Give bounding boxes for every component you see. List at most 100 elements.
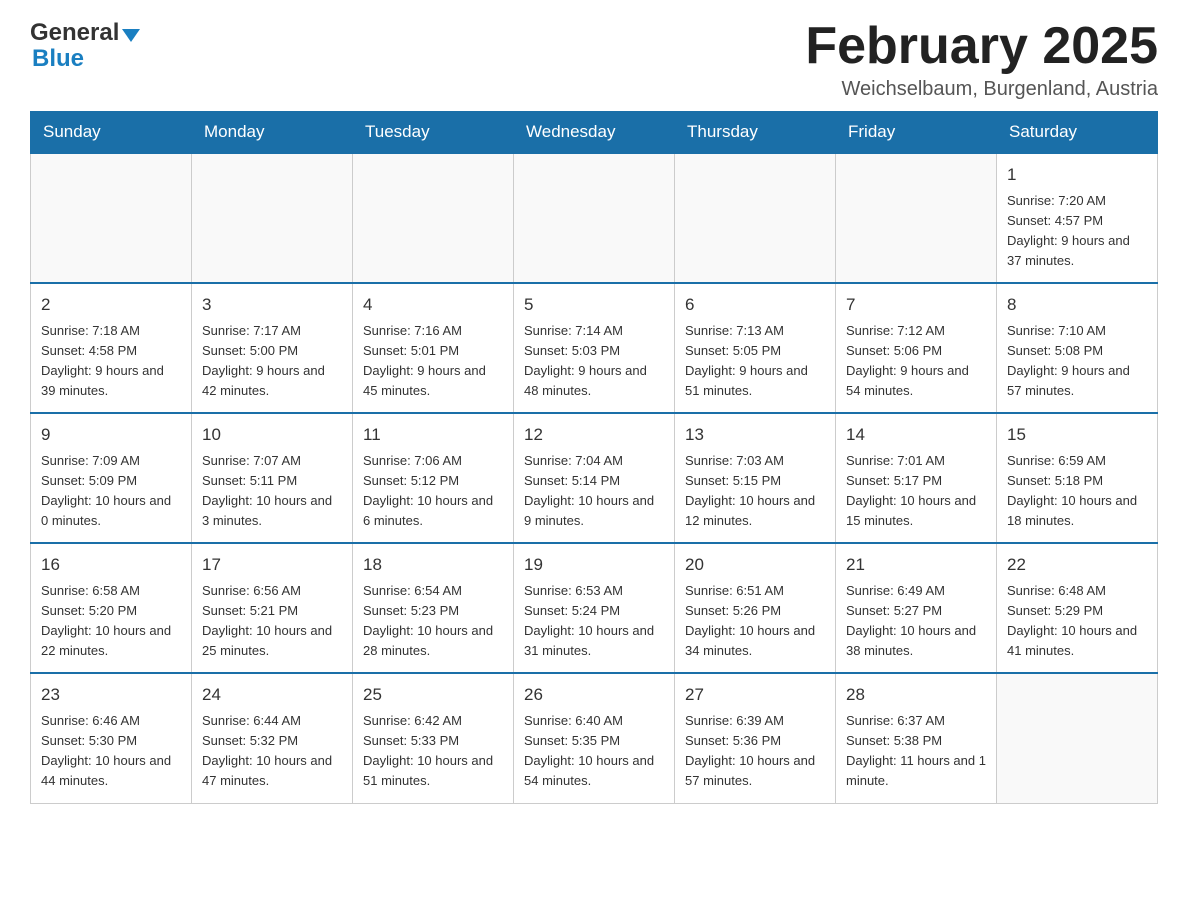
day-number: 14: [846, 422, 986, 448]
day-number: 13: [685, 422, 825, 448]
day-cell: [675, 153, 836, 283]
day-info: Sunrise: 7:18 AMSunset: 4:58 PMDaylight:…: [41, 321, 181, 402]
day-cell: [836, 153, 997, 283]
day-cell: [192, 153, 353, 283]
day-number: 23: [41, 682, 181, 708]
week-row-4: 16 Sunrise: 6:58 AMSunset: 5:20 PMDayligh…: [31, 543, 1158, 673]
day-number: 8: [1007, 292, 1147, 318]
day-number: 10: [202, 422, 342, 448]
day-info: Sunrise: 6:44 AMSunset: 5:32 PMDaylight:…: [202, 711, 342, 792]
day-cell: 19 Sunrise: 6:53 AMSunset: 5:24 PMDayligh…: [514, 543, 675, 673]
weekday-header-monday: Monday: [192, 112, 353, 154]
day-cell: 22Sunrise: 6:48 AMSunset: 5:29 PMDayligh…: [997, 543, 1158, 673]
day-info: Sunrise: 6:40 AMSunset: 5:35 PMDaylight:…: [524, 711, 664, 792]
day-number: 20: [685, 552, 825, 578]
day-cell: 20 Sunrise: 6:51 AMSunset: 5:26 PMDayligh…: [675, 543, 836, 673]
day-number: 26: [524, 682, 664, 708]
day-info: Sunrise: 7:09 AMSunset: 5:09 PMDaylight:…: [41, 451, 181, 532]
weekday-header-row: SundayMondayTuesdayWednesdayThursdayFrid…: [31, 112, 1158, 154]
day-info: Sunrise: 6:53 AMSunset: 5:24 PMDaylight:…: [524, 581, 664, 662]
day-cell: [353, 153, 514, 283]
day-cell: 2 Sunrise: 7:18 AMSunset: 4:58 PMDaylight…: [31, 283, 192, 413]
day-cell: 1 Sunrise: 7:20 AMSunset: 4:57 PMDaylight…: [997, 153, 1158, 283]
day-info: Sunrise: 7:20 AMSunset: 4:57 PMDaylight:…: [1007, 191, 1147, 272]
day-info: Sunrise: 7:10 AMSunset: 5:08 PMDaylight:…: [1007, 321, 1147, 402]
day-cell: 8 Sunrise: 7:10 AMSunset: 5:08 PMDaylight…: [997, 283, 1158, 413]
logo-general-text: General: [30, 20, 119, 46]
day-number: 21: [846, 552, 986, 578]
calendar-table: SundayMondayTuesdayWednesdayThursdayFrid…: [30, 111, 1158, 804]
day-cell: 21 Sunrise: 6:49 AMSunset: 5:27 PMDayligh…: [836, 543, 997, 673]
day-info: Sunrise: 7:03 AMSunset: 5:15 PMDaylight:…: [685, 451, 825, 532]
logo: General Blue: [30, 20, 140, 73]
day-info: Sunrise: 6:42 AMSunset: 5:33 PMDaylight:…: [363, 711, 503, 792]
day-info: Sunrise: 6:46 AMSunset: 5:30 PMDaylight:…: [41, 711, 181, 792]
weekday-header-thursday: Thursday: [675, 112, 836, 154]
day-number: 4: [363, 292, 503, 318]
day-number: 16: [41, 552, 181, 578]
day-cell: 12 Sunrise: 7:04 AMSunset: 5:14 PMDayligh…: [514, 413, 675, 543]
day-number: 17: [202, 552, 342, 578]
day-number: 7: [846, 292, 986, 318]
day-number: 9: [41, 422, 181, 448]
day-cell: 7 Sunrise: 7:12 AMSunset: 5:06 PMDaylight…: [836, 283, 997, 413]
day-cell: 10 Sunrise: 7:07 AMSunset: 5:11 PMDayligh…: [192, 413, 353, 543]
day-number: 6: [685, 292, 825, 318]
day-cell: 14 Sunrise: 7:01 AMSunset: 5:17 PMDayligh…: [836, 413, 997, 543]
day-info: Sunrise: 6:48 AMSunset: 5:29 PMDaylight:…: [1007, 581, 1147, 662]
day-cell: 25 Sunrise: 6:42 AMSunset: 5:33 PMDayligh…: [353, 673, 514, 803]
weekday-header-sunday: Sunday: [31, 112, 192, 154]
day-number: 25: [363, 682, 503, 708]
day-number: 28: [846, 682, 986, 708]
day-info: Sunrise: 7:12 AMSunset: 5:06 PMDaylight:…: [846, 321, 986, 402]
day-info: Sunrise: 6:37 AMSunset: 5:38 PMDaylight:…: [846, 711, 986, 792]
day-cell: 18Sunrise: 6:54 AMSunset: 5:23 PMDayligh…: [353, 543, 514, 673]
week-row-2: 2 Sunrise: 7:18 AMSunset: 4:58 PMDaylight…: [31, 283, 1158, 413]
day-cell: 3Sunrise: 7:17 AMSunset: 5:00 PMDaylight…: [192, 283, 353, 413]
day-info: Sunrise: 6:39 AMSunset: 5:36 PMDaylight:…: [685, 711, 825, 792]
weekday-header-tuesday: Tuesday: [353, 112, 514, 154]
day-number: 27: [685, 682, 825, 708]
day-cell: 26 Sunrise: 6:40 AMSunset: 5:35 PMDayligh…: [514, 673, 675, 803]
day-number: 11: [363, 422, 503, 448]
day-number: 1: [1007, 162, 1147, 188]
week-row-3: 9 Sunrise: 7:09 AMSunset: 5:09 PMDaylight…: [31, 413, 1158, 543]
page-header: General Blue February 2025 Weichselbaum,…: [30, 20, 1158, 101]
day-cell: 11 Sunrise: 7:06 AMSunset: 5:12 PMDayligh…: [353, 413, 514, 543]
week-row-5: 23 Sunrise: 6:46 AMSunset: 5:30 PMDayligh…: [31, 673, 1158, 803]
day-number: 5: [524, 292, 664, 318]
day-cell: [514, 153, 675, 283]
weekday-header-wednesday: Wednesday: [514, 112, 675, 154]
title-block: February 2025 Weichselbaum, Burgenland, …: [805, 20, 1158, 101]
day-number: 19: [524, 552, 664, 578]
day-number: 24: [202, 682, 342, 708]
day-cell: 5 Sunrise: 7:14 AMSunset: 5:03 PMDaylight…: [514, 283, 675, 413]
day-cell: 9 Sunrise: 7:09 AMSunset: 5:09 PMDaylight…: [31, 413, 192, 543]
day-number: 15: [1007, 422, 1147, 448]
day-info: Sunrise: 6:58 AMSunset: 5:20 PMDaylight:…: [41, 581, 181, 662]
day-cell: 15 Sunrise: 6:59 AMSunset: 5:18 PMDayligh…: [997, 413, 1158, 543]
day-info: Sunrise: 6:59 AMSunset: 5:18 PMDaylight:…: [1007, 451, 1147, 532]
day-cell: 6Sunrise: 7:13 AMSunset: 5:05 PMDaylight…: [675, 283, 836, 413]
day-info: Sunrise: 7:04 AMSunset: 5:14 PMDaylight:…: [524, 451, 664, 532]
day-info: Sunrise: 7:14 AMSunset: 5:03 PMDaylight:…: [524, 321, 664, 402]
day-cell: 23 Sunrise: 6:46 AMSunset: 5:30 PMDayligh…: [31, 673, 192, 803]
day-number: 2: [41, 292, 181, 318]
day-cell: 4Sunrise: 7:16 AMSunset: 5:01 PMDaylight…: [353, 283, 514, 413]
day-info: Sunrise: 7:01 AMSunset: 5:17 PMDaylight:…: [846, 451, 986, 532]
day-info: Sunrise: 7:06 AMSunset: 5:12 PMDaylight:…: [363, 451, 503, 532]
day-cell: [31, 153, 192, 283]
day-cell: 24 Sunrise: 6:44 AMSunset: 5:32 PMDayligh…: [192, 673, 353, 803]
day-info: Sunrise: 6:51 AMSunset: 5:26 PMDaylight:…: [685, 581, 825, 662]
day-cell: 28 Sunrise: 6:37 AMSunset: 5:38 PMDayligh…: [836, 673, 997, 803]
week-row-1: 1 Sunrise: 7:20 AMSunset: 4:57 PMDaylight…: [31, 153, 1158, 283]
logo-triangle-icon: [122, 29, 140, 42]
day-info: Sunrise: 6:56 AMSunset: 5:21 PMDaylight:…: [202, 581, 342, 662]
day-info: Sunrise: 7:07 AMSunset: 5:11 PMDaylight:…: [202, 451, 342, 532]
day-cell: 13 Sunrise: 7:03 AMSunset: 5:15 PMDayligh…: [675, 413, 836, 543]
location-subtitle: Weichselbaum, Burgenland, Austria: [805, 78, 1158, 101]
day-number: 12: [524, 422, 664, 448]
logo-blue-text: Blue: [30, 46, 140, 72]
day-info: Sunrise: 6:49 AMSunset: 5:27 PMDaylight:…: [846, 581, 986, 662]
day-cell: 16 Sunrise: 6:58 AMSunset: 5:20 PMDayligh…: [31, 543, 192, 673]
